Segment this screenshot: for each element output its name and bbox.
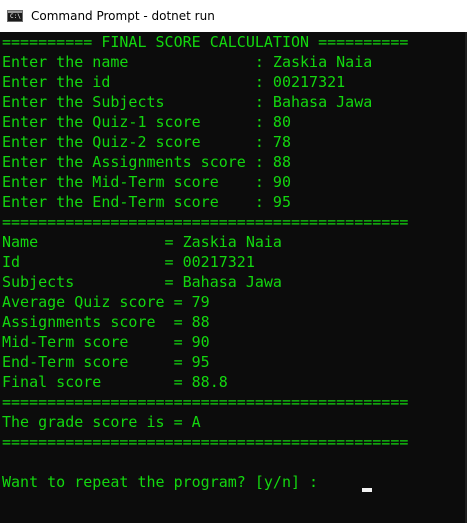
console-line-enter-midterm: Enter the Mid-Term score : 90 <box>2 173 291 191</box>
console-line-id: Id = 00217321 <box>2 253 255 271</box>
console-line-enter-quiz2: Enter the Quiz-2 score : 78 <box>2 133 291 151</box>
console-line-final-score: Final score = 88.8 <box>2 373 228 391</box>
console-line-enter-name: Enter the name : Zaskia Naia <box>2 53 373 71</box>
text-cursor <box>362 488 372 492</box>
console-line-header: ========== FINAL SCORE CALCULATION =====… <box>2 33 409 51</box>
console-line-enter-endterm: Enter the End-Term score : 95 <box>2 193 291 211</box>
command-prompt-window: C:\ Command Prompt - dotnet run ========… <box>0 0 467 523</box>
console-line-midterm: Mid-Term score = 90 <box>2 333 210 351</box>
console-line-enter-quiz1: Enter the Quiz-1 score : 80 <box>2 113 291 131</box>
console-line-separator-2: ========================================… <box>2 393 409 411</box>
console-line-assignments: Assignments score = 88 <box>2 313 210 331</box>
window-title: Command Prompt - dotnet run <box>31 9 215 23</box>
console-line-average-quiz: Average Quiz score = 79 <box>2 293 210 311</box>
console-output[interactable]: ========== FINAL SCORE CALCULATION =====… <box>0 32 467 523</box>
console-line-endterm: End-Term score = 95 <box>2 353 210 371</box>
console-line-enter-assignments: Enter the Assignments score : 88 <box>2 153 291 171</box>
console-line-enter-id: Enter the id : 00217321 <box>2 73 346 91</box>
title-bar[interactable]: C:\ Command Prompt - dotnet run <box>0 0 467 32</box>
console-line-enter-subjects: Enter the Subjects : Bahasa Jawa <box>2 93 373 111</box>
console-line-repeat-prompt[interactable]: Want to repeat the program? [y/n] : <box>2 472 327 492</box>
console-line-separator-3: ========================================… <box>2 433 409 451</box>
console-line-subjects: Subjects = Bahasa Jawa <box>2 273 282 291</box>
command-prompt-icon-glyph: C:\ <box>10 13 21 20</box>
command-prompt-icon: C:\ <box>7 10 23 22</box>
console-line-name: Name = Zaskia Naia <box>2 233 282 251</box>
console-line-separator-1: ========================================… <box>2 213 409 231</box>
console-line-grade: The grade score is = A <box>2 413 201 431</box>
